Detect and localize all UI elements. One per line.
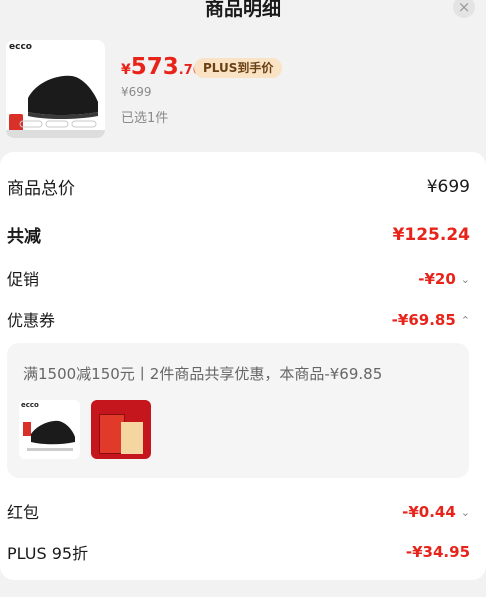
reduce-label: 共减 — [7, 227, 41, 247]
product-thumbnail[interactable]: ecco — [6, 40, 105, 138]
thumbnail-footer — [6, 130, 105, 138]
price-currency: ¥ — [121, 62, 131, 78]
total-value: ¥699 — [426, 176, 470, 197]
total-label: 商品总价 — [7, 179, 75, 199]
coupon-detail-text: 满1500减150元丨2件商品共享优惠，本商品-¥69.85 — [23, 365, 383, 383]
plus-discount-value: -¥34.95 — [405, 543, 470, 561]
shoe-image — [23, 420, 75, 451]
coupon-gift-thumbnail[interactable] — [91, 400, 151, 459]
plus-price-badge: PLUS到手价 — [194, 58, 283, 78]
row-reduce: 共减 ¥125.24 — [7, 222, 470, 248]
row-coupon[interactable]: 优惠券 -¥69.85 ⌃ — [7, 307, 470, 331]
chevron-down-icon[interactable]: ⌄ — [461, 506, 470, 519]
chevron-down-icon[interactable]: ⌄ — [461, 273, 470, 286]
coupon-label: 优惠券 — [7, 311, 56, 330]
original-price: ¥699 — [121, 85, 152, 99]
chevron-up-icon[interactable]: ⌃ — [461, 314, 470, 327]
coupon-value-wrap: -¥69.85 ⌃ — [392, 310, 470, 329]
row-plus-discount: PLUS 95折 -¥34.95 — [7, 540, 470, 564]
gift-item-image — [121, 422, 143, 454]
redpacket-value: -¥0.44 — [402, 502, 456, 521]
reduce-value: ¥125.24 — [392, 224, 470, 245]
close-icon: × — [457, 0, 471, 16]
feature-strip — [19, 120, 97, 128]
selected-count: 已选1件 — [121, 111, 169, 126]
redpacket-label: 红包 — [7, 503, 40, 522]
plus-discount-label: PLUS 95折 — [7, 544, 89, 563]
coupon-product-thumbnail[interactable]: ecco — [19, 400, 80, 459]
header: 商品明细 × — [0, 0, 486, 34]
page-title: 商品明细 — [204, 0, 281, 20]
row-total: 商品总价 ¥699 — [7, 174, 470, 200]
plus-price: ¥ 573 .76 — [121, 54, 202, 80]
promo-value-wrap: -¥20 ⌄ — [418, 269, 470, 288]
price-integer: 573 — [130, 54, 179, 80]
row-redpacket[interactable]: 红包 -¥0.44 ⌄ — [7, 499, 470, 523]
promo-label: 促销 — [7, 270, 40, 289]
coupon-detail-box: 满1500减150元丨2件商品共享优惠，本商品-¥69.85 ecco — [7, 343, 469, 478]
coupon-value: -¥69.85 — [391, 310, 456, 329]
redpacket-value-wrap: -¥0.44 ⌄ — [402, 502, 470, 521]
promo-value: -¥20 — [418, 269, 456, 288]
row-promo[interactable]: 促销 -¥20 ⌄ — [7, 266, 470, 290]
